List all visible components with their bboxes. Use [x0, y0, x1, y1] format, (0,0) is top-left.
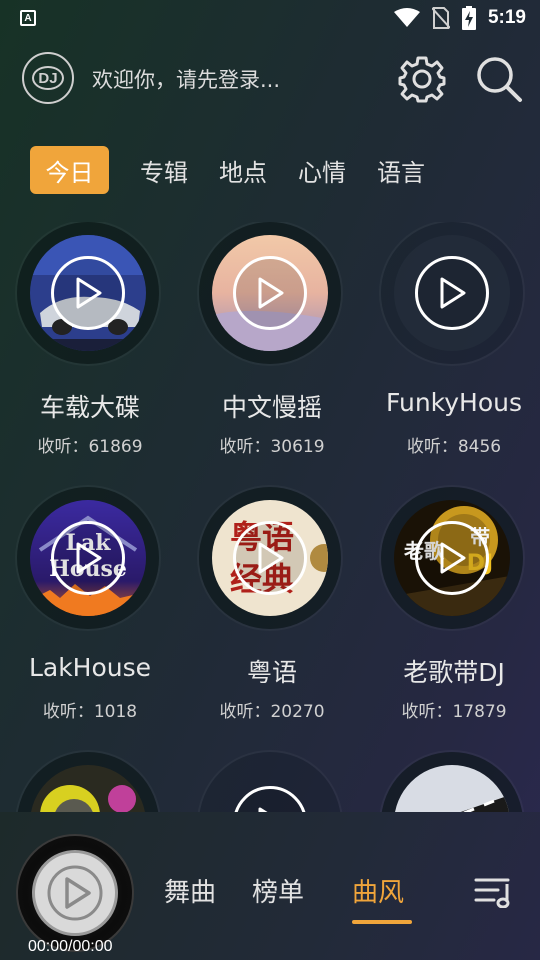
play-button[interactable]	[51, 256, 125, 330]
album-cover	[30, 765, 146, 812]
tab-dance-music[interactable]: 舞曲	[164, 872, 216, 909]
app-notification-icon: A	[20, 10, 36, 26]
album-title: 老歌带DJ	[403, 658, 505, 687]
play-icon	[258, 277, 284, 309]
active-tab-indicator	[352, 920, 412, 924]
tab-language[interactable]: 语言	[377, 146, 425, 194]
wifi-icon	[393, 8, 420, 27]
status-bar: A 5:19	[0, 0, 540, 36]
tab-charts[interactable]: 榜单	[252, 872, 304, 909]
playlist-icon[interactable]	[474, 874, 514, 908]
header: DJ 欢迎你，请先登录...	[22, 50, 522, 106]
play-button[interactable]	[233, 786, 307, 812]
category-tabs: 今日 专辑 地点 心情 语言	[30, 146, 456, 194]
tab-location[interactable]: 地点	[219, 146, 267, 194]
album-title: 粤语	[246, 658, 297, 687]
listen-count: 收听：17879	[401, 702, 507, 722]
album-disc[interactable]: 老歌 带 DJ	[381, 487, 523, 629]
tab-genre[interactable]: 曲风	[352, 872, 404, 909]
album-disc[interactable]	[381, 752, 523, 812]
search-icon[interactable]	[474, 54, 524, 104]
play-button[interactable]	[415, 521, 489, 595]
play-icon	[76, 542, 102, 574]
album-disc[interactable]: Lak House	[17, 487, 159, 629]
play-button[interactable]	[233, 256, 307, 330]
no-sim-icon	[431, 7, 450, 29]
clock: 5:19	[487, 7, 526, 28]
album-title: FunkyHous	[385, 388, 523, 417]
album-title: 中文慢摇	[221, 393, 322, 422]
player-disc[interactable]	[16, 834, 134, 952]
play-button[interactable]	[415, 256, 489, 330]
tab-today[interactable]: 今日	[30, 146, 109, 194]
album-disc[interactable]: 粤语 经典	[199, 487, 341, 629]
album-disc[interactable]	[381, 222, 523, 364]
play-icon	[76, 277, 102, 309]
listen-count: 收听：61869	[37, 437, 143, 457]
album-disc[interactable]	[17, 752, 159, 812]
album-title: LakHouse	[28, 653, 152, 682]
album-cover	[394, 765, 510, 812]
dj-logo-text: DJ	[32, 66, 64, 90]
album-disc[interactable]	[199, 752, 341, 812]
settings-icon[interactable]	[397, 54, 447, 104]
play-button[interactable]	[51, 521, 125, 595]
album-disc[interactable]	[199, 222, 341, 364]
album-title: 车载大碟	[39, 393, 140, 422]
listen-count: 收听：20270	[219, 702, 325, 722]
login-prompt[interactable]: 欢迎你，请先登录...	[92, 64, 280, 94]
dj-logo-avatar[interactable]: DJ	[22, 52, 74, 104]
album-grid: 车载大碟 收听：61869 中文慢摇 收听：30619 FunkyHous 收听…	[0, 222, 540, 812]
play-icon	[440, 277, 466, 309]
battery-charging-icon	[461, 6, 476, 30]
listen-count: 收听：1018	[42, 702, 138, 722]
player-play-area[interactable]	[32, 850, 118, 936]
album-disc[interactable]	[17, 222, 159, 364]
player-time: 00:00/00:00	[28, 938, 113, 955]
play-icon	[258, 542, 284, 574]
play-icon	[47, 865, 103, 921]
tab-mood[interactable]: 心情	[298, 146, 346, 194]
listen-count: 收听：30619	[219, 437, 325, 457]
play-icon	[440, 542, 466, 574]
tab-album[interactable]: 专辑	[140, 146, 188, 194]
play-button[interactable]	[233, 521, 307, 595]
listen-count: 收听：8456	[406, 437, 502, 457]
